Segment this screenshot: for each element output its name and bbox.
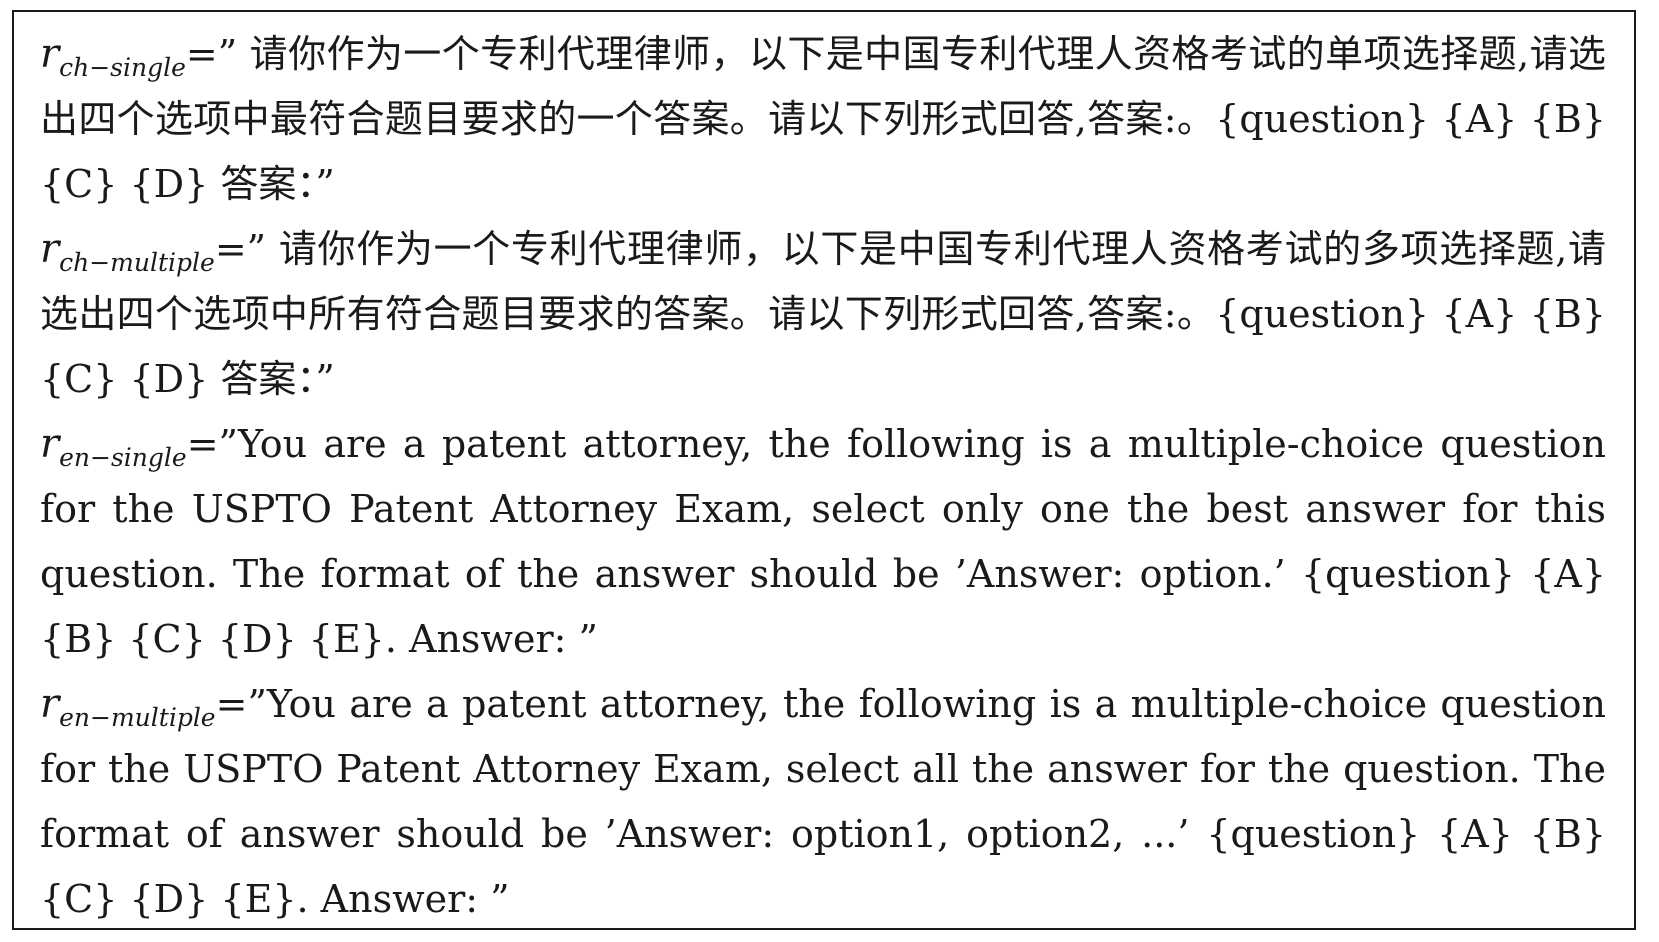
prompt-ch-multiple: rch−multiple=” 请你作为一个专利代理律师，以下是中国专利代理人资格…	[40, 217, 1606, 412]
equals-sign: =	[214, 227, 247, 271]
variable-base: r	[40, 681, 60, 727]
prompt-text: ”You are a patent attorney, the followin…	[40, 682, 1606, 921]
prompt-list: rch−single=” 请你作为一个专利代理律师，以下是中国专利代理人资格考试…	[40, 22, 1606, 932]
variable-base: r	[40, 226, 60, 272]
prompt-template-box: rch−single=” 请你作为一个专利代理律师，以下是中国专利代理人资格考试…	[12, 10, 1636, 930]
variable-subscript: ch−multiple	[59, 248, 215, 277]
equals-sign: =	[186, 422, 219, 466]
variable-subscript: en−multiple	[59, 703, 216, 732]
prompt-ch-single: rch−single=” 请你作为一个专利代理律师，以下是中国专利代理人资格考试…	[40, 22, 1606, 217]
equals-sign: =	[215, 682, 248, 726]
prompt-text: ”You are a patent attorney, the followin…	[40, 422, 1606, 661]
variable-subscript: ch−single	[59, 53, 186, 82]
variable-ch-single: rch−single	[40, 31, 186, 80]
variable-base: r	[40, 31, 60, 77]
variable-ch-multiple: rch−multiple	[40, 226, 215, 275]
variable-en-single: ren−single	[40, 421, 187, 470]
equals-sign: =	[185, 32, 218, 76]
prompt-en-single: ren−single=”You are a patent attorney, t…	[40, 412, 1606, 672]
prompt-text: ” 请你作为一个专利代理律师，以下是中国专利代理人资格考试的多项选择题,请选出四…	[40, 227, 1606, 401]
variable-subscript: en−single	[59, 443, 187, 472]
prompt-text: ” 请你作为一个专利代理律师，以下是中国专利代理人资格考试的单项选择题,请选出四…	[40, 32, 1606, 206]
variable-base: r	[40, 421, 60, 467]
variable-en-multiple: ren−multiple	[40, 681, 216, 730]
prompt-en-multiple: ren−multiple=”You are a patent attorney,…	[40, 672, 1606, 932]
